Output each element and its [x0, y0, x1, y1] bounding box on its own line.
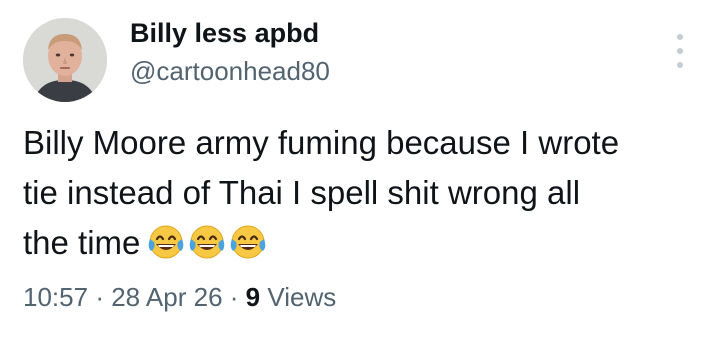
user-handle[interactable]: @cartoonhead80 — [130, 56, 330, 87]
display-name[interactable]: Billy less apbd — [130, 18, 319, 49]
tweet-text-fragment: the time — [23, 224, 141, 261]
avatar-photo — [23, 18, 107, 102]
face-with-tears-of-joy-icon — [149, 225, 184, 259]
tweet-text: Billy Moore army fuming because I wrote … — [23, 118, 703, 276]
tweet-text-line: Billy Moore army fuming because I wrote — [23, 124, 620, 161]
separator: · — [229, 282, 239, 312]
emoji-group — [146, 222, 269, 276]
tweet-text-line-last: the time — [23, 218, 703, 276]
tweet-meta: 10:57 · 28 Apr 26 · 9 Views — [23, 282, 336, 313]
views-label[interactable]: Views — [267, 282, 336, 312]
face-with-tears-of-joy-icon — [231, 225, 266, 259]
more-options-icon[interactable] — [668, 34, 692, 68]
dot — [677, 48, 683, 54]
separator: · — [95, 282, 104, 312]
face-with-tears-of-joy-icon — [190, 225, 225, 259]
dot — [677, 62, 683, 68]
tweet-text-line: tie instead of Thai I spell shit wrong a… — [23, 174, 581, 211]
tweet-date[interactable]: 28 Apr 26 — [111, 282, 222, 312]
views-count[interactable]: 9 — [246, 282, 260, 312]
tweet-card: Billy less apbd @cartoonhead80 Billy Moo… — [0, 0, 720, 338]
tweet-time[interactable]: 10:57 — [23, 282, 88, 312]
avatar[interactable] — [23, 18, 107, 102]
dot — [677, 34, 683, 40]
